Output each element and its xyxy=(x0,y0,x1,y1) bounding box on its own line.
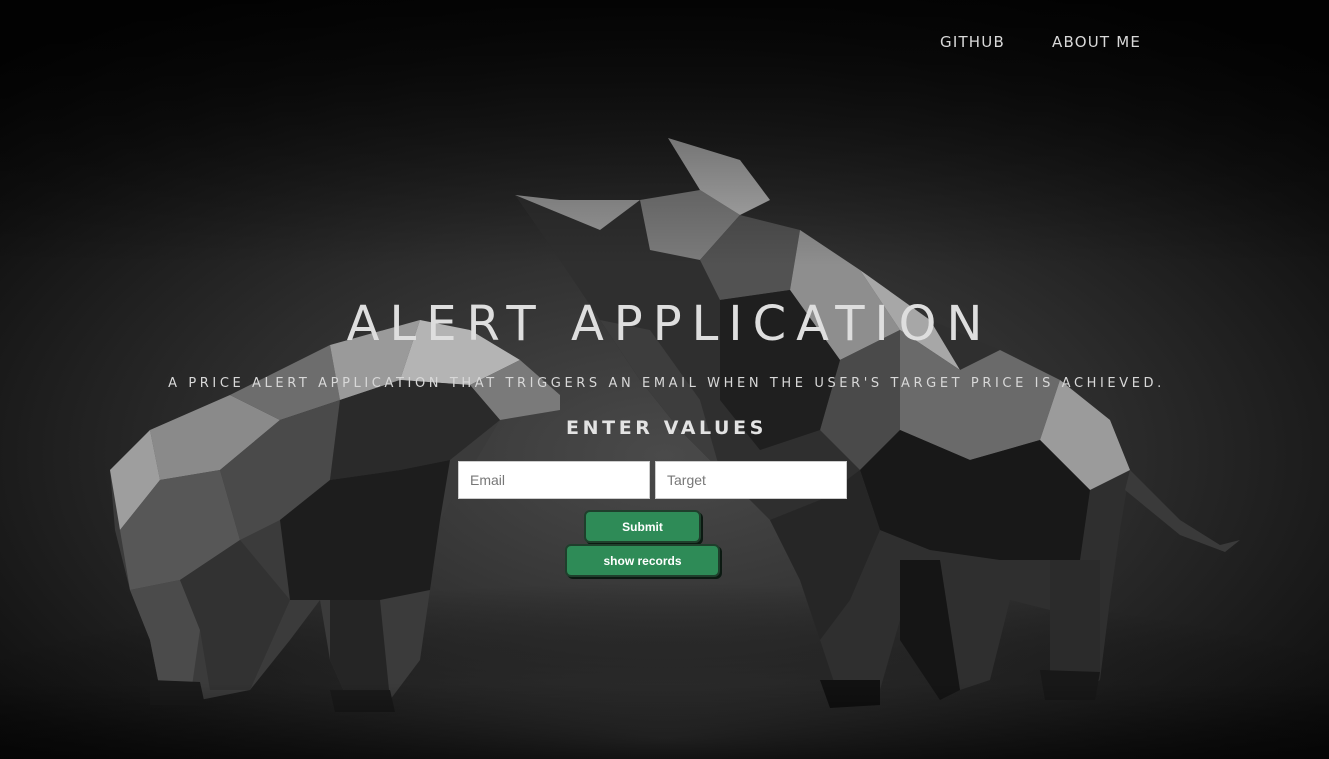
page-subtitle: A PRICE ALERT APPLICATION THAT TRIGGERS … xyxy=(168,376,1165,391)
email-field[interactable] xyxy=(458,461,650,499)
page-title: ALERT APPLICATION xyxy=(346,296,993,352)
target-field[interactable] xyxy=(655,461,847,499)
page: GITHUB ABOUT ME ALERT APPLICATION A PRIC… xyxy=(0,0,1329,759)
nav-link-about-me[interactable]: ABOUT ME xyxy=(1052,33,1141,51)
show-records-button[interactable]: show records xyxy=(565,544,720,577)
nav-link-github[interactable]: GITHUB xyxy=(940,33,1005,51)
form-heading: ENTER VALUES xyxy=(566,417,767,439)
submit-button[interactable]: Submit xyxy=(584,510,701,543)
